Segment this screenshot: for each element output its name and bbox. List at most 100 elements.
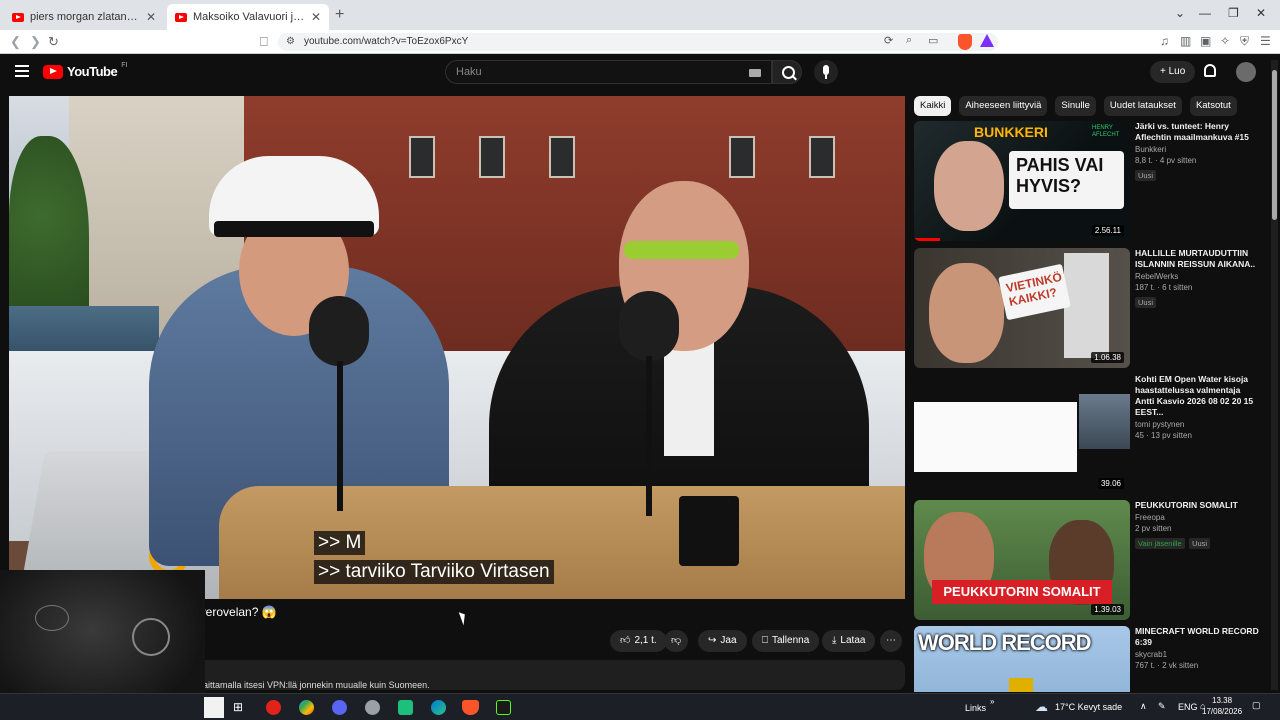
chip-related[interactable]: Aiheeseen liittyviä [959, 96, 1048, 116]
mouse-cursor-icon [458, 610, 469, 626]
video-title[interactable]: PEUKKUTORIN SOMALIT [1135, 500, 1260, 511]
page-scrollbar[interactable] [1271, 60, 1278, 690]
vpn-icon[interactable]: ⛨ [1240, 34, 1249, 49]
discord-icon[interactable] [332, 700, 347, 715]
channel-name[interactable]: Freeopa [1135, 513, 1260, 522]
more-actions-button[interactable]: ⋯ [880, 630, 902, 652]
site-info-icon[interactable]: ⚙ [286, 33, 295, 51]
close-tab-icon[interactable]: ✕ [311, 10, 321, 24]
channel-name[interactable]: Bunkkeri [1135, 145, 1260, 154]
download-button[interactable]: ⤓ Lataa [822, 630, 876, 652]
chevron-up-icon[interactable]: ∧ [1140, 701, 1147, 712]
scrollbar-thumb[interactable] [1272, 70, 1277, 220]
reload-icon[interactable]: ↻ [48, 34, 59, 50]
task-view-icon[interactable]: ⊞ [233, 700, 248, 715]
video-thumbnail[interactable]: BUNKKERI HENRY AFLECHT PAHIS VAI HYVIS? … [914, 121, 1130, 241]
close-window-icon[interactable]: ✕ [1256, 6, 1266, 20]
search-input[interactable]: Haku [445, 60, 772, 84]
minimize-icon[interactable]: — [1199, 6, 1211, 20]
app-icon[interactable] [365, 700, 380, 715]
video-info: HALLILLE MURTAUDUTTIIN ISLANNIN REISSUN … [1135, 248, 1260, 310]
brave-rewards-icon[interactable] [980, 34, 994, 47]
youtube-logo[interactable]: YouTube FI [43, 62, 127, 79]
brave-taskbar-icon[interactable] [462, 700, 479, 715]
duration-badge: 39.06 [1097, 478, 1124, 489]
bookmark-icon[interactable]: ⎕ [260, 34, 268, 50]
video-thumbnail[interactable]: VIETINKÖ KAIKKI? 1.06.38 [914, 248, 1130, 368]
extensions-icon[interactable]: ✧ [1220, 34, 1230, 48]
weather-text[interactable]: 17°C Kevyt sade [1055, 702, 1122, 712]
pen-icon[interactable]: ✎ [1158, 701, 1166, 712]
video-title[interactable]: Kohti EM Open Water kisoja haastatteluss… [1135, 374, 1260, 418]
kick-icon[interactable] [496, 700, 511, 715]
brave-shields-icon[interactable] [958, 34, 972, 50]
chrome-icon[interactable] [299, 700, 314, 715]
video-title[interactable]: Järki vs. tunteet: Henry Aflechtin maail… [1135, 121, 1260, 143]
like-button[interactable]: 👍︎ 2,1 t. [610, 630, 667, 652]
keyboard-icon[interactable] [749, 69, 761, 77]
store-icon[interactable] [398, 700, 413, 715]
video-thumbnail[interactable]: 39.06 [914, 374, 1130, 494]
clock-time[interactable]: 13.38 [1212, 696, 1232, 705]
new-badge: Uusi [1189, 538, 1211, 549]
channel-name[interactable]: tomi pystynen [1135, 420, 1260, 429]
avatar[interactable] [1236, 62, 1256, 82]
save-button[interactable]: ⎕ Tallenna [752, 630, 820, 652]
thumb-headline: WORLD RECORD [918, 630, 1092, 655]
close-tab-icon[interactable]: ✕ [146, 10, 156, 24]
sidebar-icon[interactable]: ▥ [1180, 34, 1191, 48]
thumb-text: BUNKKERI [974, 124, 1048, 140]
search-box[interactable] [204, 697, 224, 718]
plus-icon[interactable]: + [335, 6, 344, 24]
edge-icon[interactable] [431, 700, 446, 715]
menu-icon[interactable]: ☰ [1260, 34, 1271, 48]
video-meta: 2 pv sitten [1135, 524, 1172, 533]
filter-chips: Kaikki Aiheeseen liittyviä Sinulle Uudet… [914, 96, 1237, 116]
install-icon[interactable]: ▭ [928, 34, 938, 47]
notification-icon[interactable]: ▢ [1252, 700, 1261, 711]
channel-name[interactable]: skycrab1 [1135, 650, 1260, 659]
thumb-face [934, 141, 1004, 231]
chip-recent[interactable]: Uudet lataukset [1103, 96, 1182, 116]
search-placeholder: Haku [456, 66, 482, 78]
video-info: Kohti EM Open Water kisoja haastatteluss… [1135, 374, 1260, 440]
forward-icon[interactable]: ❯ [30, 34, 41, 50]
chip-watched[interactable]: Katsotut [1189, 96, 1237, 116]
chip-all[interactable]: Kaikki [914, 96, 952, 116]
zoom-icon[interactable]: ⌕ [906, 34, 912, 47]
links-toolbar[interactable]: Links [965, 703, 986, 713]
video-thumbnail[interactable]: WORLD RECORD [914, 626, 1130, 692]
create-button[interactable]: + Luo [1150, 61, 1196, 83]
restore-icon[interactable]: ❐ [1228, 6, 1239, 20]
recommendation-item[interactable]: WORLD RECORD MINECRAFT WORLD RECORD 6:39… [914, 626, 1260, 692]
recommendation-item[interactable]: 39.06 Kohti EM Open Water kisoja haastat… [914, 374, 1260, 496]
video-thumbnail[interactable]: PEUKKUTORIN SOMALIT 1.39.03 [914, 500, 1130, 620]
description-box[interactable]: laittamalla itsesi VPN:llä jonnekin muua… [196, 660, 905, 690]
wallet-icon[interactable]: ▣ [1200, 34, 1211, 48]
hamburger-menu-icon[interactable] [15, 65, 29, 77]
dislike-button[interactable]: 👎︎ [664, 630, 689, 652]
clock-date[interactable]: 17/08/2026 [1202, 707, 1242, 716]
translate-icon[interactable]: ⟳ [884, 34, 893, 47]
video-meta: 767 t. · 2 vk sitten [1135, 661, 1199, 670]
tab-inactive[interactable]: piers morgan zlatan ibrahimovic - YouTub… [4, 4, 164, 30]
video-title[interactable]: HALLILLE MURTAUDUTTIIN ISLANNIN REISSUN … [1135, 248, 1260, 270]
language-indicator[interactable]: ENG [1178, 702, 1198, 712]
opera-icon[interactable] [266, 700, 281, 715]
bell-icon[interactable] [1204, 64, 1216, 77]
tab-active[interactable]: Maksoiko Valavuori just miljo ✕ [167, 4, 329, 30]
video-player[interactable]: >> M >> tarviiko Tarviiko Virtasen [9, 96, 905, 599]
media-icon[interactable]: ♫ [1160, 34, 1169, 48]
share-button[interactable]: ↪ Jaa [698, 630, 747, 652]
recommendation-item[interactable]: VIETINKÖ KAIKKI? 1.06.38 HALLILLE MURTAU… [914, 248, 1260, 370]
tab-search-icon[interactable]: ⌄ [1175, 6, 1185, 20]
recommendation-item[interactable]: PEUKKUTORIN SOMALIT 1.39.03 PEUKKUTORIN … [914, 500, 1260, 622]
back-icon[interactable]: ❮ [10, 34, 21, 50]
recommendation-item[interactable]: BUNKKERI HENRY AFLECHT PAHIS VAI HYVIS? … [914, 121, 1260, 243]
microphone-icon[interactable] [814, 60, 838, 84]
video-title[interactable]: MINECRAFT WORLD RECORD 6:39 [1135, 626, 1260, 648]
search-button[interactable] [772, 60, 802, 84]
chip-for-you[interactable]: Sinulle [1055, 96, 1096, 116]
chevron-icon[interactable]: » [990, 697, 994, 706]
channel-name[interactable]: RebelWerks [1135, 272, 1260, 281]
